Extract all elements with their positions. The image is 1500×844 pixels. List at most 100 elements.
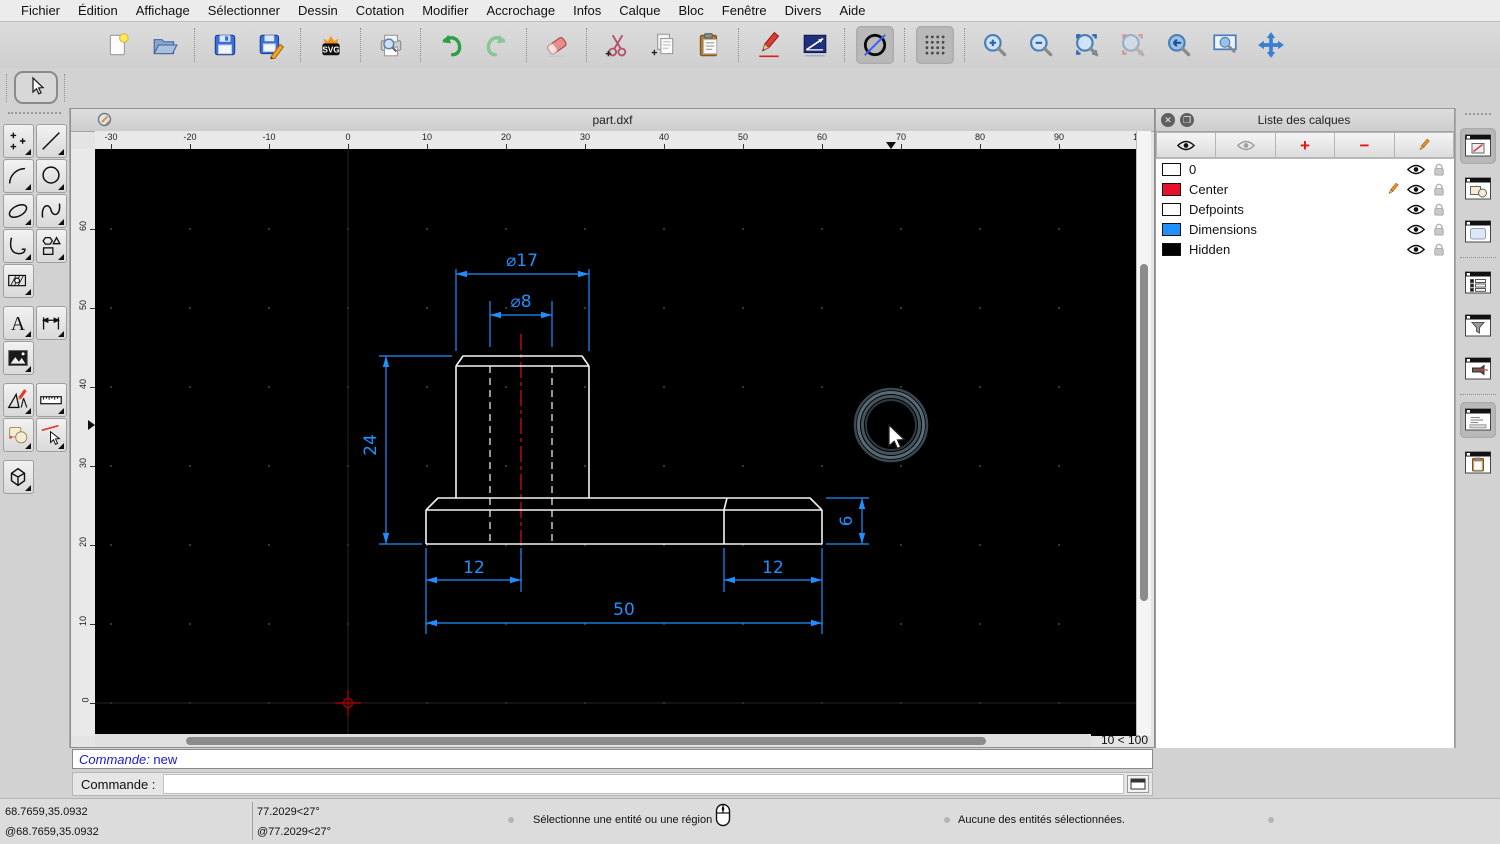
shapes-tool-button[interactable] (36, 229, 67, 263)
arc-tool-button[interactable] (3, 159, 34, 193)
box-3d-tool-button[interactable] (3, 460, 34, 494)
command-history[interactable]: Commande: new (72, 749, 1153, 769)
layer-lock-icon[interactable] (1430, 203, 1448, 216)
layer-color-swatch[interactable] (1162, 183, 1181, 196)
horizontal-scrollbar[interactable] (95, 734, 1091, 747)
menu-bloc[interactable]: Bloc (669, 3, 712, 18)
zoom-out-button[interactable] (1022, 26, 1060, 64)
modify-shapes-tool-button[interactable] (3, 418, 34, 452)
line-angle-button[interactable] (796, 26, 834, 64)
menu-fenetre[interactable]: Fenêtre (713, 3, 776, 18)
document-titlebar[interactable]: part.dxf (71, 109, 1154, 132)
text-tool-button[interactable]: A (3, 306, 34, 340)
layer-color-swatch[interactable] (1162, 203, 1181, 216)
menu-fichier[interactable]: Fichier (12, 3, 69, 18)
menu-edition[interactable]: Édition (69, 3, 127, 18)
library-browser-dock-button[interactable] (1460, 214, 1496, 250)
layer-visibility-eye-icon[interactable] (1407, 184, 1425, 195)
hide-all-layers-button[interactable] (1216, 132, 1275, 158)
vertical-scrollbar-thumb[interactable] (1140, 264, 1148, 601)
layer-list-dock-button[interactable] (1460, 128, 1496, 164)
layer-row-dimensions[interactable]: Dimensions (1156, 219, 1454, 239)
zoom-in-button[interactable] (976, 26, 1014, 64)
save-button[interactable] (206, 26, 244, 64)
layer-color-swatch[interactable] (1162, 243, 1181, 256)
entity-filter-dock-button[interactable] (1460, 308, 1496, 344)
detach-icon[interactable]: ❐ (1180, 113, 1194, 127)
svg-export-button[interactable]: SVG (312, 26, 350, 64)
dimension-lines (379, 269, 869, 634)
menu-selectionner[interactable]: Sélectionner (199, 3, 289, 18)
layer-lock-icon[interactable] (1430, 223, 1448, 236)
layer-color-swatch[interactable] (1162, 223, 1181, 236)
layer-visibility-eye-icon[interactable] (1407, 204, 1425, 215)
undo-button[interactable] (432, 26, 470, 64)
layer-visibility-eye-icon[interactable] (1407, 224, 1425, 235)
pen-settings-dock-button[interactable] (1460, 351, 1496, 387)
circle-slash-button[interactable] (856, 26, 894, 64)
select-tool-button[interactable] (14, 71, 58, 104)
menu-calque[interactable]: Calque (610, 3, 669, 18)
image-tool-button[interactable] (3, 341, 34, 375)
grid-toggle-button[interactable] (916, 26, 954, 64)
line-tool-button[interactable] (36, 124, 67, 158)
select-line-tool-button[interactable] (36, 418, 67, 452)
block-list-dock-button[interactable] (1460, 171, 1496, 207)
paste-button[interactable] (690, 26, 728, 64)
zoom-window-button[interactable] (1206, 26, 1244, 64)
menu-aide[interactable]: Aide (830, 3, 874, 18)
print-preview-button[interactable] (372, 26, 410, 64)
menu-affichage[interactable]: Affichage (127, 3, 199, 18)
remove-layer-button[interactable]: − (1335, 132, 1394, 158)
menu-dessin[interactable]: Dessin (289, 3, 347, 18)
layer-visibility-eye-icon[interactable] (1407, 164, 1425, 175)
menu-modifier[interactable]: Modifier (413, 3, 477, 18)
layer-lock-icon[interactable] (1430, 183, 1448, 196)
copy-button[interactable] (644, 26, 682, 64)
layer-row-center[interactable]: Center (1156, 179, 1454, 199)
keyboard-icon[interactable] (1127, 775, 1149, 793)
zoom-selection-button[interactable] (1114, 26, 1152, 64)
add-layer-button[interactable]: + (1276, 132, 1335, 158)
pan-button[interactable] (1252, 26, 1290, 64)
menu-divers[interactable]: Divers (776, 3, 831, 18)
draw-pencil-button[interactable] (750, 26, 788, 64)
points-tool-button[interactable] (3, 124, 34, 158)
redo-button[interactable] (478, 26, 516, 64)
dimension-tool-button[interactable] (36, 306, 67, 340)
menu-infos[interactable]: Infos (564, 3, 610, 18)
draw-tools-tool-button[interactable] (3, 383, 34, 417)
layer-row-hidden[interactable]: Hidden (1156, 239, 1454, 259)
zoom-auto-button[interactable] (1068, 26, 1106, 64)
entity-list-dock-button[interactable] (1460, 265, 1496, 301)
horizontal-scrollbar-thumb[interactable] (186, 737, 986, 745)
menu-accrochage[interactable]: Accrochage (477, 3, 564, 18)
clipboard-panel-dock-button[interactable] (1460, 445, 1496, 481)
zoom-previous-button[interactable] (1160, 26, 1198, 64)
polyline-tool-button[interactable] (3, 229, 34, 263)
command-input[interactable] (163, 774, 1124, 794)
measure-ruler-tool-button[interactable] (36, 383, 67, 417)
close-icon[interactable]: ✕ (1161, 113, 1175, 127)
edit-layer-button[interactable] (1395, 132, 1454, 158)
cut-button[interactable] (598, 26, 636, 64)
layer-color-swatch[interactable] (1162, 163, 1181, 176)
spline-tool-button[interactable] (36, 194, 67, 228)
layer-row-0[interactable]: 0 (1156, 159, 1454, 179)
circle-tool-button[interactable] (36, 159, 67, 193)
layer-lock-icon[interactable] (1430, 243, 1448, 256)
vertical-scrollbar[interactable] (1136, 131, 1151, 736)
menu-cotation[interactable]: Cotation (347, 3, 413, 18)
layer-visibility-eye-icon[interactable] (1407, 244, 1425, 255)
delete-eraser-button[interactable] (538, 26, 576, 64)
save-as-button[interactable] (252, 26, 290, 64)
command-widget-dock-button[interactable] (1460, 402, 1496, 438)
drawing-canvas[interactable]: ⌀17 ⌀8 24 6 12 12 50 (95, 149, 1139, 736)
ellipse-tool-button[interactable] (3, 194, 34, 228)
layer-row-defpoints[interactable]: Defpoints (1156, 199, 1454, 219)
layer-lock-icon[interactable] (1430, 163, 1448, 176)
show-all-layers-button[interactable] (1156, 132, 1216, 158)
open-file-button[interactable] (146, 26, 184, 64)
hatch-tool-button[interactable] (3, 264, 34, 298)
new-file-button[interactable] (100, 26, 138, 64)
